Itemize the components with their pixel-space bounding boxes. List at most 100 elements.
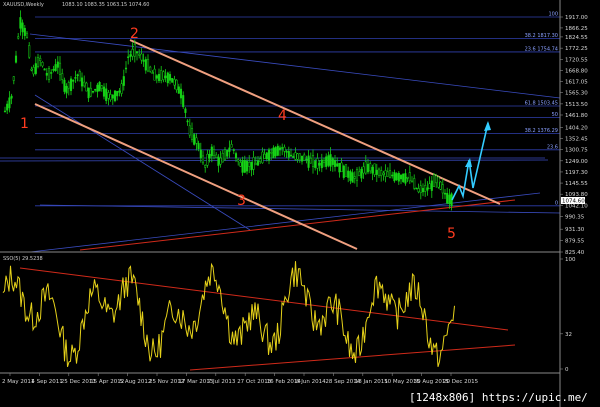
candle-body: [358, 171, 361, 177]
candle-body: [107, 92, 110, 99]
wave-label-5: 5: [447, 226, 456, 242]
candle-body: [188, 125, 191, 136]
candle-body: [210, 146, 213, 157]
candle-body: [432, 174, 436, 187]
candle-body: [179, 88, 183, 99]
wave-label-1: 1: [20, 116, 29, 132]
candle-body: [131, 48, 134, 57]
candle-body: [377, 168, 381, 176]
candle-body: [146, 58, 150, 72]
candle-body: [349, 171, 352, 181]
candle-body: [386, 171, 389, 177]
price-tick-label: 1404.20: [565, 125, 588, 131]
candle-body: [168, 74, 172, 81]
candle-body: [116, 90, 119, 97]
candle-body: [369, 163, 372, 172]
candle-body: [373, 163, 376, 175]
candle-body: [63, 79, 66, 92]
candle-body: [47, 68, 51, 80]
price-tick-label: 1866.25: [565, 26, 588, 32]
candle-body: [85, 82, 88, 92]
candle-body: [393, 172, 396, 182]
candle-body: [241, 160, 244, 173]
candle-body: [61, 73, 64, 80]
candle-body: [270, 151, 273, 154]
fib-level-label: 50: [552, 112, 558, 118]
candle-body: [316, 158, 319, 169]
candle-body: [226, 149, 229, 157]
candle-body: [56, 61, 59, 68]
candle-body: [190, 128, 194, 140]
candle-body: [14, 55, 18, 63]
price-tick-label: 931.30: [565, 227, 585, 233]
candle-body: [402, 173, 405, 182]
candle-body: [408, 172, 411, 182]
candle-body: [371, 166, 374, 174]
candle-body: [162, 71, 165, 80]
wave-label-4: 4: [278, 108, 287, 124]
candle-body: [294, 152, 297, 160]
candle-body: [91, 90, 95, 93]
candle-body: [193, 134, 196, 145]
candle-body: [265, 152, 268, 160]
candle-body: [3, 110, 7, 113]
candle-body: [311, 155, 315, 167]
time-tick-label: 8 Jun 2014: [296, 379, 326, 385]
candle-body: [333, 160, 337, 167]
candle-body: [133, 44, 136, 57]
fib-level-label: 61.8 1503.45: [525, 101, 558, 107]
candle-body: [327, 155, 330, 166]
time-tick-label: 20 Dec 2015: [443, 379, 479, 385]
symbol-header: XAUUSD,Weekly: [3, 2, 44, 8]
candle-body: [219, 157, 222, 165]
price-tick-label: 1824.55: [565, 35, 588, 41]
candle-body: [182, 95, 185, 108]
indicator-tick-label: 0: [565, 367, 569, 373]
price-tick-label: 1145.55: [565, 181, 588, 187]
time-axis-labels[interactable]: 2 May 20114 Sep 201125 Dec 201115 Apr 20…: [2, 373, 479, 385]
candle-body: [443, 192, 447, 195]
candle-body: [397, 172, 400, 182]
candle-body: [366, 163, 370, 173]
candle-body: [421, 188, 425, 193]
price-tick-label: 1772.25: [565, 46, 588, 52]
candle-body: [364, 161, 367, 174]
candle-body: [83, 81, 86, 87]
candle-body: [122, 76, 125, 86]
candle-body: [149, 66, 152, 72]
candle-body: [331, 158, 334, 165]
candle-body: [184, 108, 187, 113]
candle-body: [52, 68, 55, 71]
candle-body: [248, 162, 251, 167]
candle-body: [347, 170, 350, 178]
candle-body: [353, 176, 356, 179]
candle-body: [406, 177, 409, 179]
candle-body: [10, 95, 13, 99]
price-axis-labels[interactable]: 1917.00 1866.25 1824.55 1772.25 1720.55 1668.…: [560, 15, 588, 256]
candle-body: [67, 82, 70, 89]
candle-body: [342, 165, 345, 178]
candle-body: [34, 63, 37, 74]
candle-body: [41, 62, 44, 67]
candle-body: [336, 163, 339, 167]
candle-body: [199, 149, 202, 159]
candle-body: [410, 180, 414, 183]
candle-body: [113, 90, 117, 102]
candle-body: [129, 54, 132, 57]
candle-body: [74, 77, 77, 79]
candle-body: [430, 180, 433, 191]
candle-body: [221, 152, 224, 163]
candle-body: [391, 174, 394, 177]
candle-body: [201, 155, 205, 164]
candle-body: [303, 154, 306, 161]
candle-body: [175, 79, 178, 90]
candle-body: [388, 170, 392, 178]
candle-body: [340, 162, 343, 173]
candle-body: [78, 71, 81, 82]
candle-body: [252, 157, 255, 170]
candle-body: [384, 170, 387, 177]
candle-body: [19, 17, 22, 29]
candle-body: [120, 83, 123, 94]
candle-body: [153, 68, 156, 81]
candle-body: [404, 173, 407, 184]
